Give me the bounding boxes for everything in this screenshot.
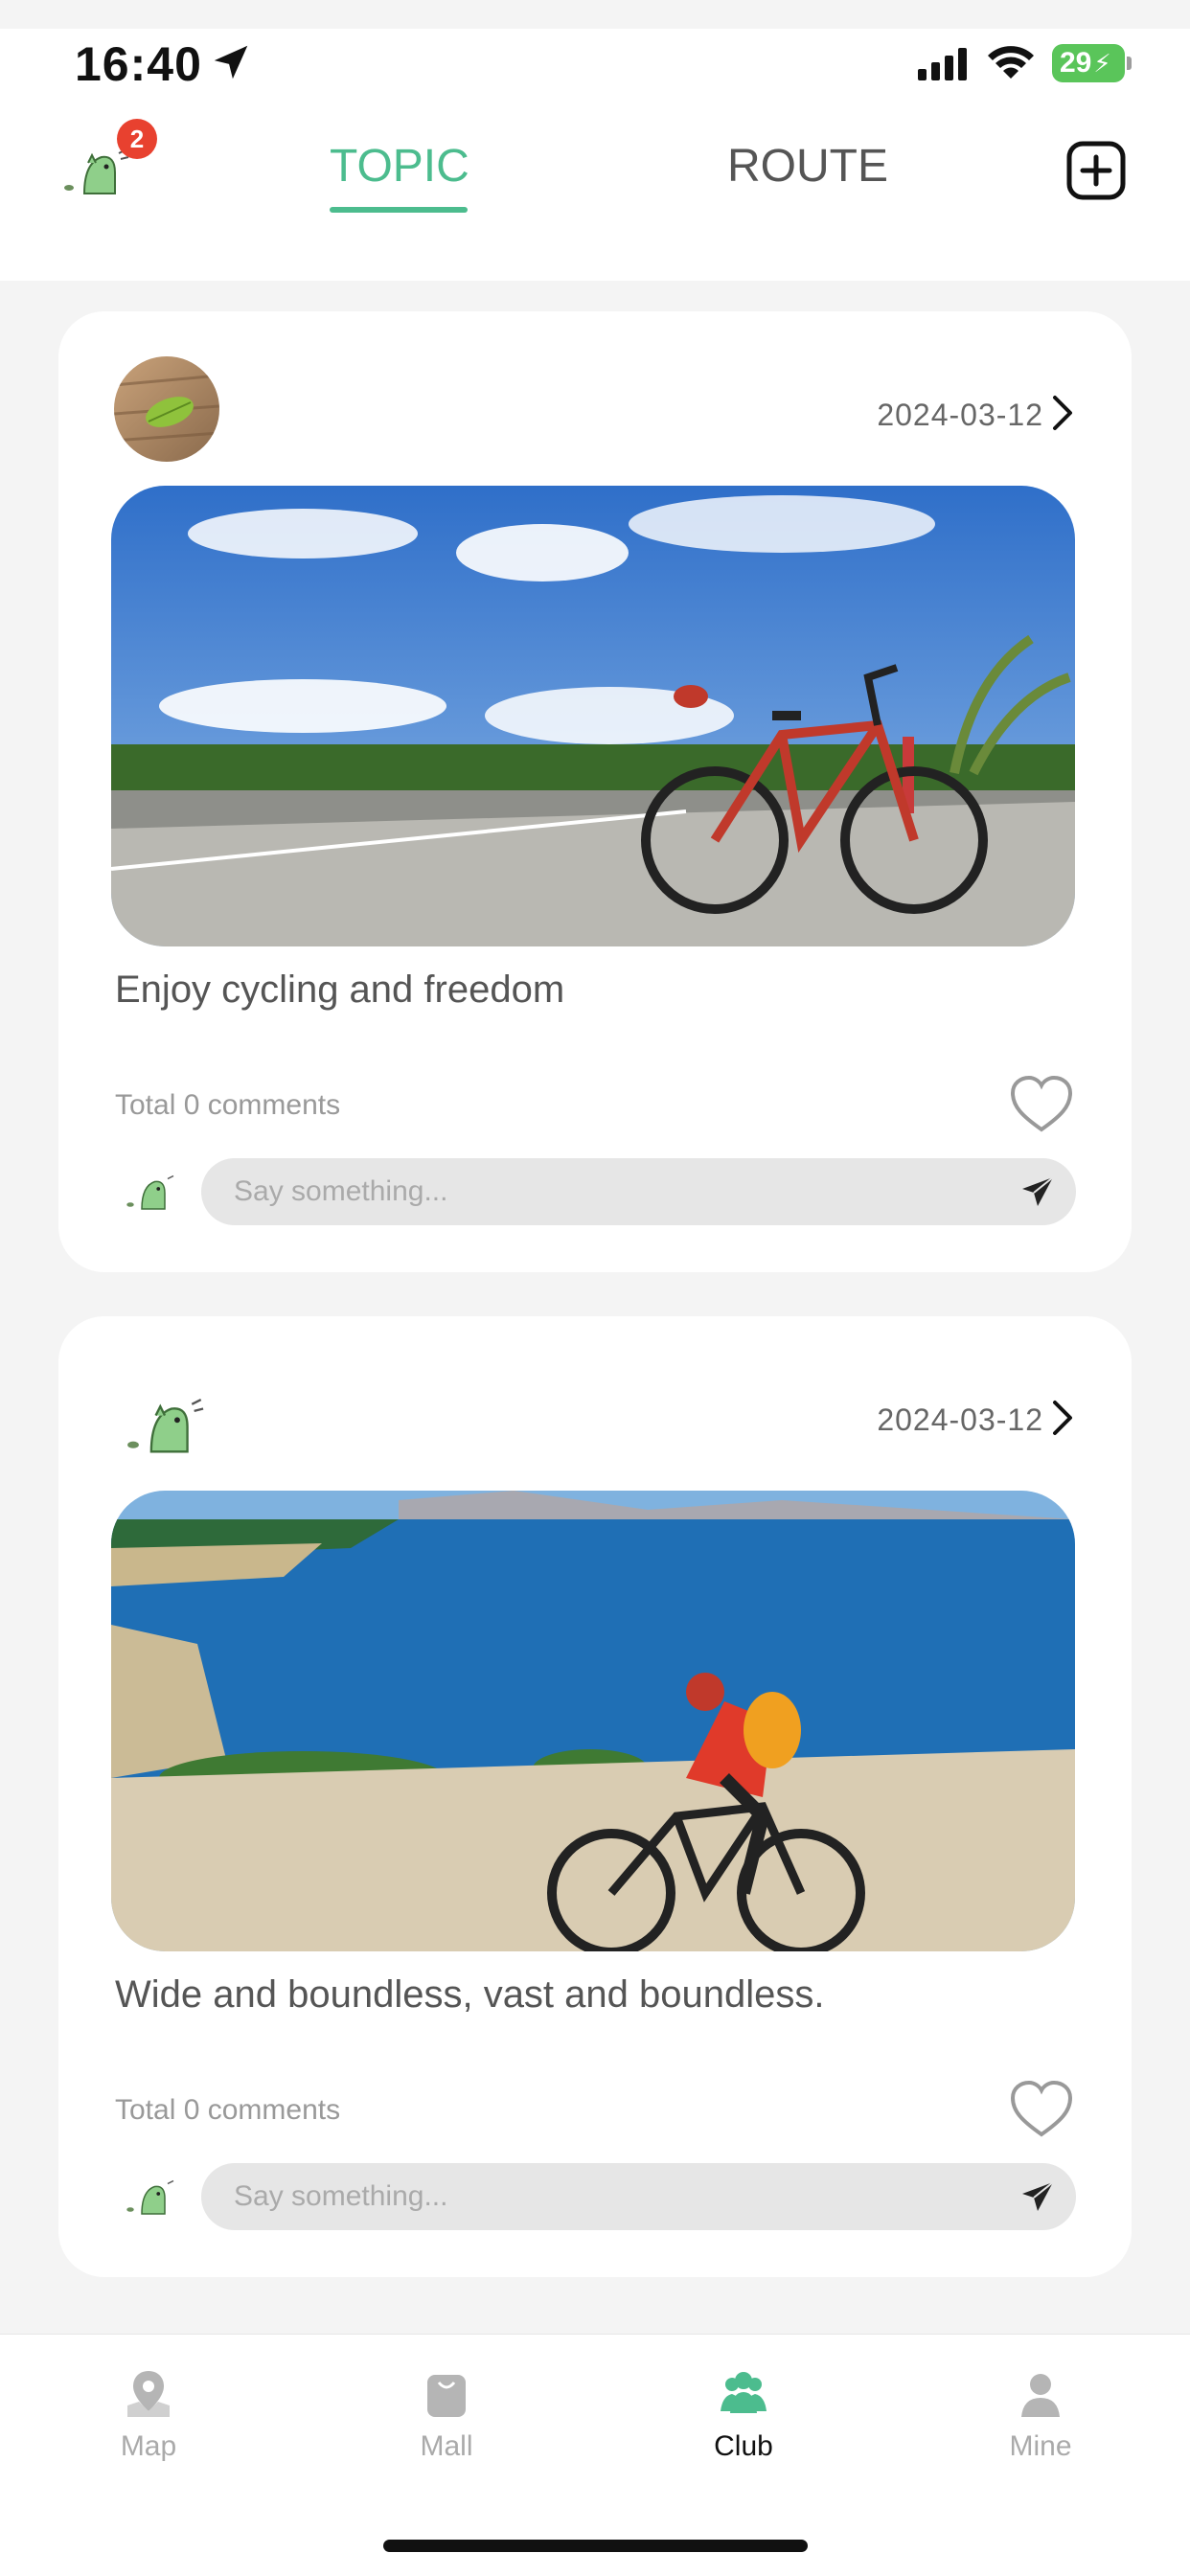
post-card[interactable]: 2024-03-12 Wide and boundless, vast and … (58, 1316, 1132, 2277)
dino-avatar-icon[interactable] (122, 1393, 208, 1456)
location-arrow-icon (214, 45, 248, 80)
dino-avatar-icon (126, 1174, 174, 1210)
post-image[interactable] (111, 486, 1075, 946)
nav-label-club: Club (714, 2430, 773, 2462)
battery-charging-icon: 29 ⚡ (1052, 44, 1125, 82)
tab-topic[interactable]: TOPIC (330, 140, 469, 193)
cellular-signal-icon (918, 48, 967, 80)
leaf-avatar-image (114, 356, 219, 462)
post-image[interactable] (111, 1491, 1075, 1951)
heart-icon[interactable] (1007, 2079, 1076, 2140)
lake-cycling-photo (111, 1491, 1075, 1951)
cycling-road-photo (111, 486, 1075, 946)
nav-item-mine[interactable]: Mine (954, 2367, 1127, 2463)
tab-route[interactable]: ROUTE (727, 140, 888, 193)
status-time: 16:40 (75, 37, 202, 91)
post-caption: Enjoy cycling and freedom (115, 969, 565, 1011)
map-pin-icon (127, 2371, 170, 2417)
post-date[interactable]: 2024-03-12 (877, 398, 1043, 433)
charging-bolt-icon: ⚡ (1093, 48, 1111, 78)
chevron-right-icon[interactable] (1049, 1399, 1076, 1437)
nav-item-map[interactable]: Map (62, 2367, 235, 2463)
heart-icon[interactable] (1007, 1074, 1076, 1135)
post-date[interactable]: 2024-03-12 (877, 1402, 1043, 1438)
status-bar: 16:40 29 ⚡ (0, 29, 1190, 105)
shopping-bag-icon (427, 2375, 466, 2417)
nav-label-mall: Mall (420, 2430, 473, 2462)
battery-cap (1127, 57, 1132, 70)
comments-count[interactable]: Total 0 comments (115, 2094, 340, 2127)
person-icon (1021, 2374, 1060, 2417)
home-indicator (383, 2540, 808, 2552)
chevron-right-icon[interactable] (1049, 394, 1076, 432)
dino-avatar-icon (126, 2179, 174, 2215)
notification-badge: 2 (117, 119, 157, 159)
battery-level: 29 (1060, 47, 1092, 79)
top-header: 2 TOPIC ROUTE (0, 105, 1190, 281)
nav-label-map: Map (120, 2430, 177, 2462)
nav-item-mall[interactable]: Mall (360, 2367, 533, 2463)
comment-placeholder: Say something... (234, 2180, 448, 2212)
comment-placeholder: Say something... (234, 1175, 448, 1207)
wifi-icon (988, 46, 1034, 79)
comment-input[interactable]: Say something... (201, 2163, 1076, 2230)
tab-topic-underline (330, 207, 468, 213)
send-icon[interactable] (1020, 2180, 1055, 2213)
group-icon (721, 2372, 767, 2413)
user-avatar[interactable] (114, 356, 219, 462)
comments-count[interactable]: Total 0 comments (115, 1089, 340, 1122)
add-post-button[interactable] (1065, 140, 1127, 201)
comment-input[interactable]: Say something... (201, 1158, 1076, 1225)
post-card[interactable]: 2024-03-12 Enjoy cycling and freedom Tot… (58, 311, 1132, 1272)
nav-item-club[interactable]: Club (657, 2367, 830, 2463)
post-caption: Wide and boundless, vast and boundless. (115, 1973, 825, 2016)
nav-label-mine: Mine (1009, 2430, 1072, 2462)
send-icon[interactable] (1020, 1175, 1055, 1208)
